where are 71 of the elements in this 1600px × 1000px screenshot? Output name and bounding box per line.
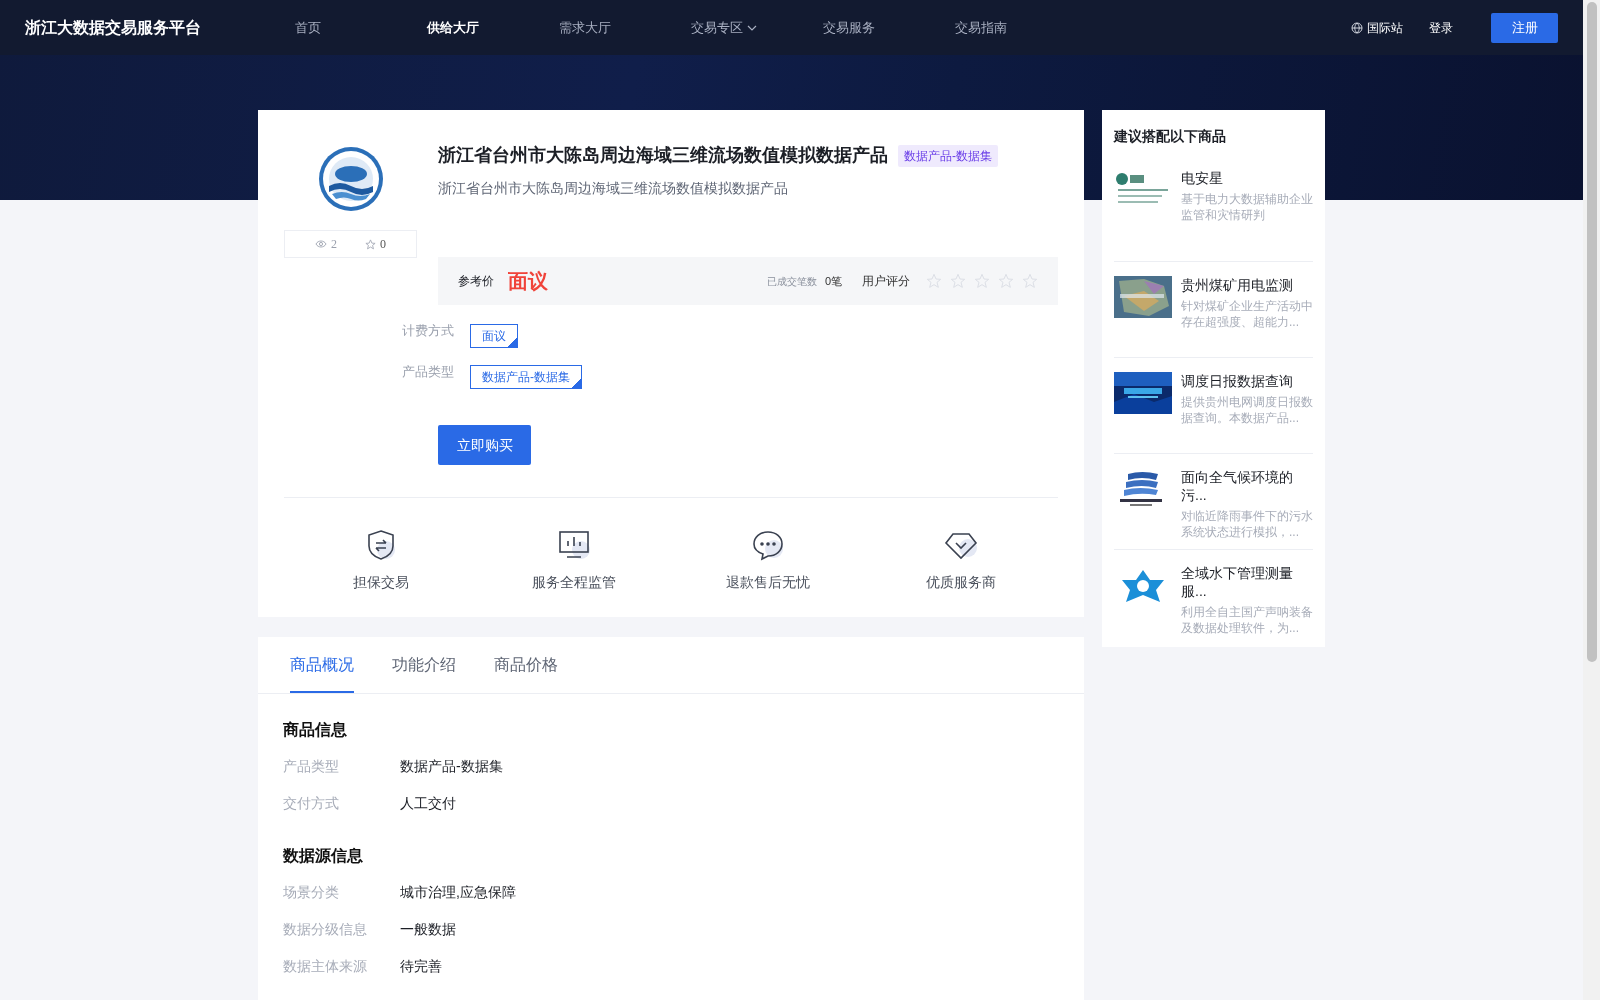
info-value: 城市治理,应急保障 — [400, 883, 516, 902]
site-logo[interactable]: 浙江大数据交易服务平台 — [25, 15, 295, 40]
info-label: 交付方式 — [283, 794, 340, 813]
deals-count: 0笔 — [824, 273, 842, 289]
item-description: 对临近降雨事件下的污水系统状态进行模拟，... — [1181, 508, 1313, 540]
nav-link[interactable]: 需求大厅 — [559, 17, 691, 38]
category-tag: 数据产品-数据集 — [898, 144, 998, 167]
guarantee-label: 服务全程监管 — [532, 573, 617, 592]
nav-link[interactable]: 首页 — [295, 17, 427, 38]
info-label: 数据分级信息 — [283, 920, 368, 939]
product-item[interactable]: 调度日报数据查询 提供贵州电网调度日报数据查询。本数据产品... — [1114, 357, 1313, 453]
product-item[interactable]: 贵州煤矿用电监测 针对煤矿企业生产活动中存在超强度、超能力... — [1114, 261, 1313, 357]
product-item[interactable]: 全域水下管理测量服... 利用全自主国产声呐装备及数据处理软件，为... — [1114, 549, 1313, 645]
price-value: 面议 — [508, 269, 548, 294]
nav-link[interactable]: 交易服务 — [823, 17, 955, 38]
product-title: 浙江省台州市大陈岛周边海域三维流场数值模拟数据产品 — [438, 144, 888, 167]
item-title: 面向全气候环境的污... — [1181, 468, 1294, 504]
view-count: 2 — [331, 236, 337, 253]
attribute-tag: 数据产品-数据集 — [470, 365, 582, 389]
empty-star-icon — [998, 273, 1014, 289]
product-item[interactable]: 电安星 基于电力大数据辅助企业监管和灾情研判 — [1114, 165, 1313, 261]
info-value: 待完善 — [400, 957, 442, 976]
section-title: 商品信息 — [283, 720, 348, 740]
price-label: 参考价 — [458, 273, 494, 290]
monitor-icon — [557, 528, 592, 562]
item-description: 针对煤矿企业生产活动中存在超强度、超能力... — [1181, 298, 1313, 330]
empty-star-icon — [1022, 273, 1038, 289]
product-subtitle: 浙江省台州市大陈岛周边海域三维流场数值模拟数据产品 — [438, 179, 789, 198]
favorite-count: 0 — [380, 236, 386, 253]
nav-link[interactable]: 供给大厅 — [427, 17, 559, 38]
rating-label: 用户评分 — [862, 273, 910, 290]
login-link[interactable]: 登录 — [1429, 18, 1453, 37]
scrollbar[interactable] — [1583, 0, 1600, 1000]
chat-icon — [750, 528, 785, 562]
info-value: 一般数据 — [400, 920, 456, 939]
item-title: 贵州煤矿用电监测 — [1181, 276, 1294, 294]
register-button[interactable]: 注册 — [1491, 12, 1558, 43]
product-item[interactable]: 面向全气候环境的污... 对临近降雨事件下的污水系统状态进行模拟，... — [1114, 453, 1313, 549]
empty-star-icon — [974, 273, 990, 289]
item-description: 提供贵州电网调度日报数据查询。本数据产品... — [1181, 394, 1313, 426]
nav-link[interactable]: 交易专区 — [691, 17, 823, 38]
deals-label: 已成交笔数 — [766, 274, 817, 289]
item-title: 调度日报数据查询 — [1181, 372, 1294, 390]
language-link[interactable]: 国际站 — [1351, 18, 1403, 37]
item-title: 全域水下管理测量服... — [1181, 564, 1294, 600]
info-label: 产品类型 — [283, 757, 340, 776]
panel-title: 建议搭配以下商品 — [1114, 127, 1227, 146]
info-label: 场景分类 — [283, 883, 340, 902]
attribute-label: 计费方式 — [402, 322, 455, 340]
nav-link[interactable]: 交易指南 — [955, 17, 1087, 38]
empty-star-icon — [926, 273, 942, 289]
section-title: 数据源信息 — [283, 846, 364, 866]
attribute-tag: 面议 — [470, 324, 518, 348]
tab[interactable]: 商品价格 — [494, 637, 558, 693]
buy-now-button[interactable]: 立即购买 — [438, 425, 531, 465]
item-description: 基于电力大数据辅助企业监管和灾情研判 — [1181, 191, 1313, 223]
star-outline-icon — [365, 238, 376, 250]
info-value: 数据产品-数据集 — [400, 757, 503, 776]
info-value: 人工交付 — [400, 794, 456, 813]
globe-icon — [1351, 21, 1363, 34]
item-description: 利用全自主国产声呐装备及数据处理软件，为... — [1181, 604, 1313, 636]
attribute-label: 产品类型 — [402, 363, 455, 381]
info-label: 数据主体来源 — [283, 957, 368, 976]
empty-star-icon — [950, 273, 966, 289]
tab[interactable]: 商品概况 — [290, 637, 354, 693]
eye-icon — [315, 239, 327, 249]
guarantee-label: 优质服务商 — [926, 573, 997, 592]
guarantee-label: 退款售后无忧 — [725, 573, 810, 592]
item-title: 电安星 — [1181, 169, 1224, 187]
tab[interactable]: 功能介绍 — [392, 637, 456, 693]
guarantee-label: 担保交易 — [352, 573, 409, 592]
